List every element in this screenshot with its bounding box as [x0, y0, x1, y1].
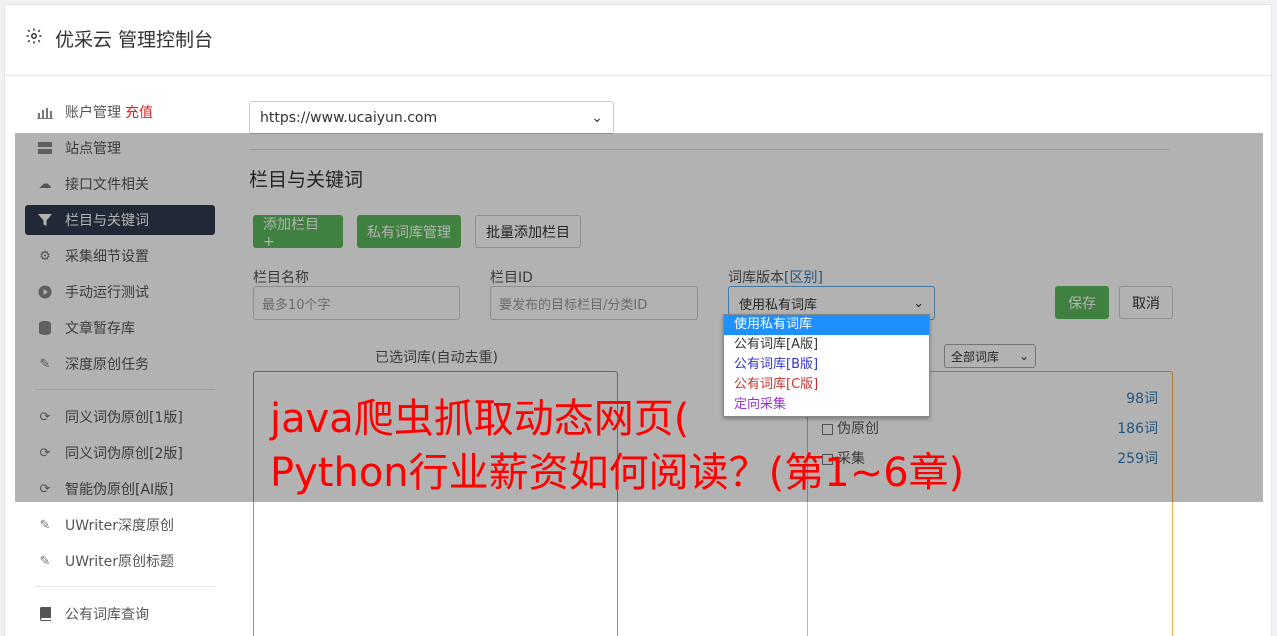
sidebar-item-label: UWriter原创标题	[65, 554, 174, 570]
sidebar-item-label: 公有词库查询	[65, 607, 149, 623]
edit-icon: ✎	[39, 517, 51, 533]
sidebar-item-uwriter-title[interactable]: ✎ UWriter原创标题	[25, 546, 215, 576]
site-select[interactable]: https://www.ucaiyun.com ⌄	[249, 101, 614, 134]
book-icon	[37, 606, 53, 622]
chevron-down-icon: ⌄	[591, 109, 603, 126]
page-title: 优采云 管理控制台	[55, 29, 214, 51]
article-banner: java爬虫抓取动态网页( Python行业薪资如何阅读？(第1~6章)	[270, 392, 964, 500]
sidebar-item-label: 账户管理	[65, 105, 121, 121]
top-bar: 优采云 管理控制台	[5, 5, 1271, 76]
banner-line-1: java爬虫抓取动态网页(	[270, 396, 690, 442]
sidebar-item-public-lib[interactable]: 公有词库查询	[25, 599, 215, 629]
recharge-link[interactable]: 充值	[125, 102, 153, 122]
sidebar-divider	[35, 586, 215, 587]
banner-line-2: Python行业薪资如何阅读？(第1~6章)	[270, 450, 965, 496]
sidebar-item-account[interactable]: 账户管理 充值	[25, 97, 215, 127]
dropdown-option[interactable]: 公有词库[A版]	[724, 335, 929, 355]
dropdown-option[interactable]: 使用私有词库	[724, 315, 929, 335]
edit-icon: ✎	[39, 553, 51, 569]
sidebar-item-label: UWriter深度原创	[65, 518, 174, 534]
gear-icon	[26, 28, 42, 44]
bar-chart-icon	[37, 104, 53, 120]
sidebar-item-uwriter-original[interactable]: ✎ UWriter深度原创	[25, 510, 215, 540]
site-select-value: https://www.ucaiyun.com	[260, 109, 438, 126]
dropdown-option[interactable]: 公有词库[B版]	[724, 355, 929, 375]
